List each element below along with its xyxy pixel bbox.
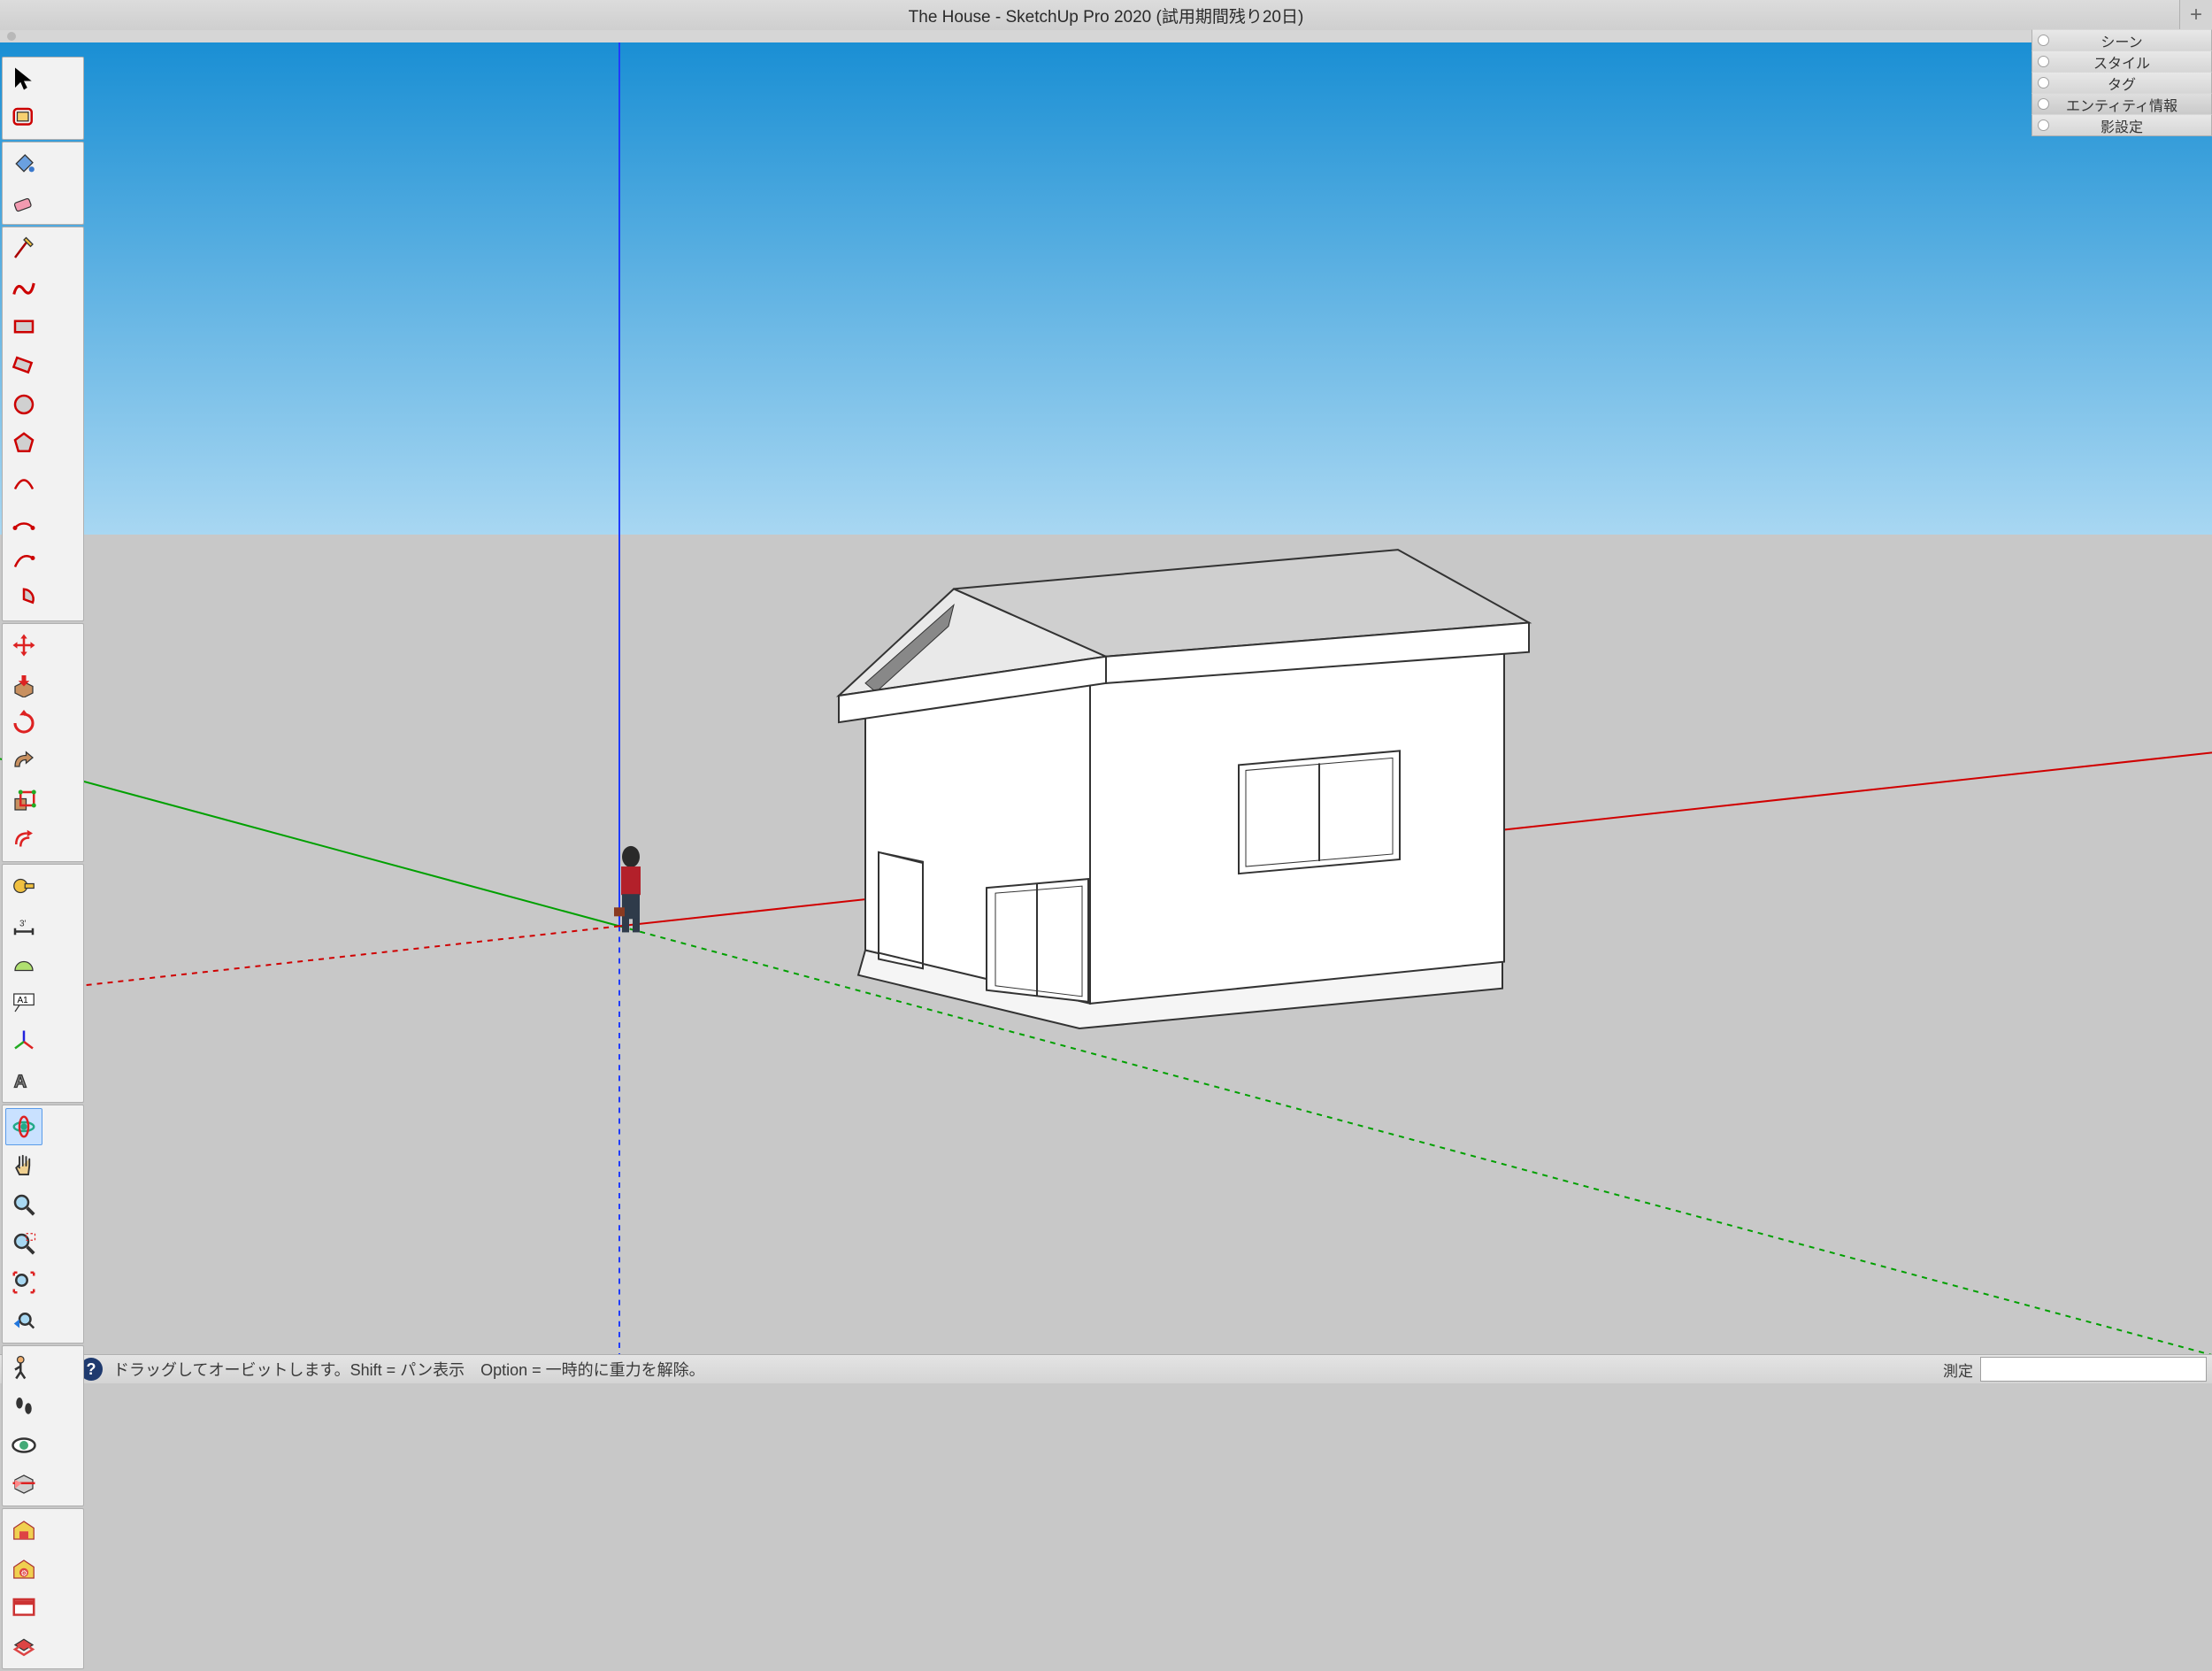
svg-text:A1: A1 xyxy=(18,996,29,1005)
strip-handle-icon[interactable] xyxy=(7,32,16,41)
orbit-tool[interactable] xyxy=(5,1108,42,1145)
scene-svg xyxy=(0,42,2212,1355)
tray-dot-icon xyxy=(2038,119,2049,131)
tray-dot-icon xyxy=(2038,35,2049,46)
dimension-tool[interactable]: 3' xyxy=(5,906,42,943)
previous-view-tool[interactable] xyxy=(5,1303,42,1340)
tape-tool[interactable] xyxy=(5,867,42,905)
2point-arc-tool[interactable] xyxy=(5,503,42,540)
pie-tool[interactable] xyxy=(5,581,42,618)
line-tool[interactable] xyxy=(5,230,42,267)
left-toolbar: 3' A1 A ⚙ xyxy=(2,57,84,1671)
layout-tool[interactable] xyxy=(5,1590,42,1627)
tool-group-camera xyxy=(2,1105,84,1344)
right-tray: シーン スタイル タグ エンティティ情報 影設定 xyxy=(2032,30,2212,136)
tray-dot-icon xyxy=(2038,56,2049,67)
position-camera-tool[interactable] xyxy=(5,1349,42,1386)
section-tool[interactable] xyxy=(5,1466,42,1503)
toolbar-strip xyxy=(0,30,2212,43)
tray-item-styles[interactable]: スタイル xyxy=(2032,50,2212,73)
tray-label: 影設定 xyxy=(2032,115,2211,136)
content-area: 3' A1 A ⚙ シーン スタイル xyxy=(0,30,2212,1383)
zoom-extents-tool[interactable] xyxy=(5,1264,42,1301)
eraser-tool[interactable] xyxy=(5,184,42,221)
followme-tool[interactable] xyxy=(5,743,42,781)
measurement-input[interactable] xyxy=(1980,1357,2207,1382)
status-hint: ドラッグしてオービットします。Shift = パン表示 Option = 一時的… xyxy=(113,1358,705,1381)
title-bar: The House - SketchUp Pro 2020 (試用期間残り20日… xyxy=(0,0,2212,31)
tool-group-construct: 3' A1 A xyxy=(2,864,84,1103)
walk-tool[interactable] xyxy=(5,1388,42,1425)
move-tool[interactable] xyxy=(5,627,42,664)
scale-tool[interactable] xyxy=(5,782,42,820)
tool-group-walk xyxy=(2,1345,84,1506)
svg-text:⚙: ⚙ xyxy=(20,1569,27,1578)
tray-item-shadows[interactable]: 影設定 xyxy=(2032,114,2212,136)
circle-tool[interactable] xyxy=(5,386,42,423)
offset-tool[interactable] xyxy=(5,821,42,859)
rotated-rectangle-tool[interactable] xyxy=(5,347,42,384)
tray-dot-icon xyxy=(2038,98,2049,110)
house-model xyxy=(839,550,1529,1028)
tool-group-paint xyxy=(2,142,84,225)
3d-warehouse-tool[interactable] xyxy=(5,1512,42,1549)
select-tool[interactable] xyxy=(5,60,42,97)
extension-warehouse-tool[interactable]: ⚙ xyxy=(5,1551,42,1588)
rectangle-tool[interactable] xyxy=(5,308,42,345)
svg-text:3': 3' xyxy=(19,919,27,928)
tray-label: エンティティ情報 xyxy=(2032,94,2211,115)
styles-tool[interactable] xyxy=(5,1629,42,1666)
add-tab-button[interactable]: + xyxy=(2179,0,2212,30)
tool-group-modify xyxy=(2,623,84,862)
tray-item-tags[interactable]: タグ xyxy=(2032,72,2212,94)
tray-item-scenes[interactable]: シーン xyxy=(2032,29,2212,51)
freehand-tool[interactable] xyxy=(5,269,42,306)
tray-item-entity-info[interactable]: エンティティ情報 xyxy=(2032,93,2212,115)
status-bar: ⌖ ⓘ ? ドラッグしてオービットします。Shift = パン表示 Option… xyxy=(0,1354,2212,1383)
measurement-label: 測定 xyxy=(1943,1359,1973,1381)
lasso-tool[interactable] xyxy=(5,99,42,136)
zoom-tool[interactable] xyxy=(5,1186,42,1223)
3dtext-tool[interactable]: A xyxy=(5,1062,42,1099)
3d-viewport[interactable] xyxy=(0,42,2212,1355)
protractor-tool[interactable] xyxy=(5,945,42,982)
text-tool[interactable]: A1 xyxy=(5,984,42,1021)
arc-tool[interactable] xyxy=(5,464,42,501)
3point-arc-tool[interactable] xyxy=(5,542,42,579)
polygon-tool[interactable] xyxy=(5,425,42,462)
sky xyxy=(0,42,2212,535)
tray-label: シーン xyxy=(2032,30,2211,51)
axes-tool[interactable] xyxy=(5,1023,42,1060)
look-around-tool[interactable] xyxy=(5,1427,42,1464)
pan-tool[interactable] xyxy=(5,1147,42,1184)
rotate-tool[interactable] xyxy=(5,705,42,742)
svg-text:A: A xyxy=(14,1073,27,1092)
tray-dot-icon xyxy=(2038,77,2049,89)
tool-group-draw xyxy=(2,227,84,621)
tool-group-select xyxy=(2,57,84,140)
zoom-window-tool[interactable] xyxy=(5,1225,42,1262)
paint-bucket-tool[interactable] xyxy=(5,145,42,182)
tray-label: タグ xyxy=(2032,73,2211,94)
tray-label: スタイル xyxy=(2032,51,2211,73)
window-title: The House - SketchUp Pro 2020 (試用期間残り20日… xyxy=(909,4,1304,27)
pushpull-tool[interactable] xyxy=(5,666,42,703)
tool-group-warehouse: ⚙ xyxy=(2,1508,84,1669)
